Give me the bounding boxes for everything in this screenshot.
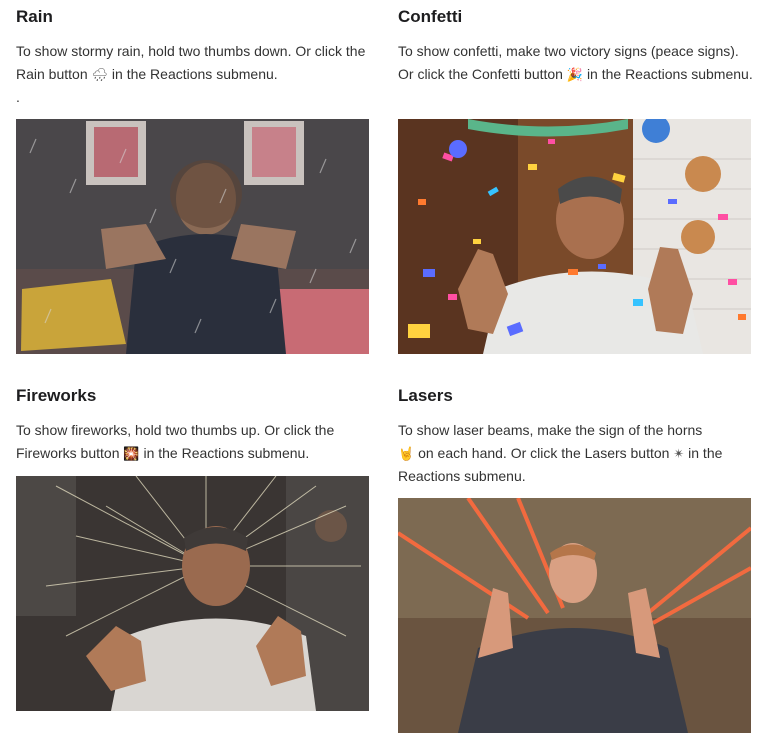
fireworks-text-after: in the Reactions submenu. [143,444,310,461]
rain-cloud-icon: 🌧 [91,66,109,82]
confetti-section: Confetti To show confetti, make two vict… [398,6,754,82]
lasers-description: To show laser beams, make the sign of th… [398,419,754,488]
confetti-title: Confetti [398,7,463,26]
lasers-photo [398,498,751,733]
lasers-text-before: To show laser beams, make the sign of th… [398,422,703,438]
lasers-section: Lasers To show laser beams, make the sig… [398,385,754,484]
fireworks-photo [16,476,369,711]
sparkler-icon: 🎇 [123,445,140,461]
rain-description: To show stormy rain, hold two thumbs dow… [16,40,372,109]
horns-hand-icon: 🤘 [398,445,415,461]
confetti-description: To show confetti, make two victory signs… [398,40,754,86]
confetti-photo [398,119,751,354]
fireworks-title: Fireworks [16,386,97,405]
rain-trailing-period: . [16,89,20,105]
lasers-text-middle: on each hand. Or click the Lasers button [418,444,670,461]
confetti-text-after: in the Reactions submenu. [586,65,753,82]
lasers-title: Lasers [398,386,453,405]
rain-photo [16,119,369,354]
fireworks-section: Fireworks To show fireworks, hold two th… [16,385,372,461]
rain-title: Rain [16,7,53,26]
rain-text-after: in the Reactions submenu. [111,65,278,82]
rain-section: Rain To show stormy rain, hold two thumb… [16,6,372,105]
party-popper-icon: 🎉 [566,66,584,82]
fireworks-description: To show fireworks, hold two thumbs up. O… [16,419,372,465]
laser-burst-icon: ✴ [673,445,685,461]
